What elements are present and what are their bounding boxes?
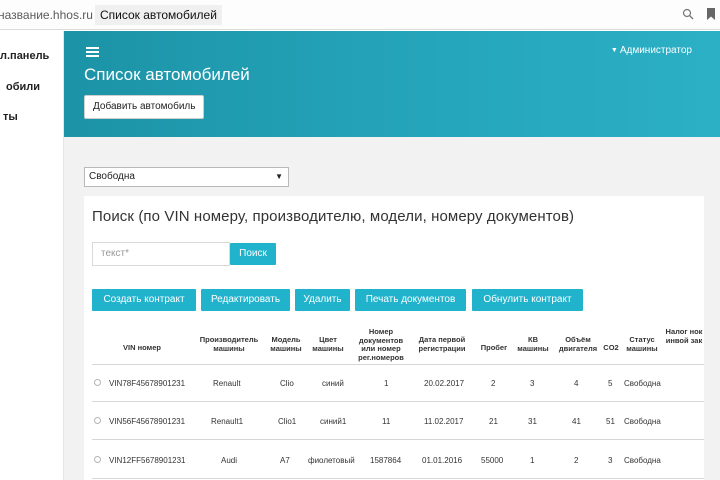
cell-volume: 4 [574,379,579,388]
cell-model: Clio1 [278,417,297,426]
add-car-button[interactable]: Добавить автомобиль [84,95,205,119]
cell-kw: 3 [530,379,535,388]
cell-first-reg: 20.02.2017 [424,379,465,388]
row-select-radio[interactable] [94,417,101,424]
cell-kw: 31 [528,417,537,426]
cell-model: Clio [280,379,294,388]
cell-mileage: 21 [489,417,498,426]
sidebar-item-dashboard[interactable]: л.панель [0,50,49,62]
cell-mileage: 2 [491,379,496,388]
search-panel: Поиск (по VIN номеру, производителю, мод… [84,196,704,480]
cell-maker: Audi [221,456,238,465]
column-header-maker[interactable]: Производитель машины [194,335,264,353]
cell-status: Свободна [624,456,661,465]
cell-maker: Renault1 [211,417,244,426]
table-divider [92,364,704,365]
delete-button[interactable]: Удалить [295,289,350,311]
cell-maker: Renault [213,379,241,388]
cell-co2: 3 [608,456,613,465]
edit-button[interactable]: Редактировать [201,289,290,311]
cell-color: фиолетовый [308,456,355,465]
table-divider [92,478,704,479]
cell-status: Свободна [624,417,661,426]
search-input[interactable]: текст* [92,242,230,266]
search-icon[interactable] [682,8,694,22]
row-select-radio[interactable] [94,456,101,463]
column-header-status[interactable]: Статус машины [620,335,664,353]
cell-volume: 2 [574,456,579,465]
cell-vin: VIN56F45678901231 [109,417,186,426]
table-divider [92,439,704,440]
user-name: Администратор [619,45,692,56]
url-text[interactable]: название.hhos.ru [0,8,93,22]
cell-first-reg: 01.01.2016 [422,456,463,465]
sidebar-item-cars[interactable]: обили [6,81,40,93]
column-header-vin[interactable]: VIN номер [114,343,170,353]
cell-co2: 5 [608,379,613,388]
cell-mileage: 55000 [481,456,504,465]
cell-co2: 51 [606,417,615,426]
column-header-volume[interactable]: Объём двигателя [556,335,600,353]
cell-first-reg: 11.02.2017 [424,417,464,426]
status-filter-select[interactable]: Свободна ▼ [84,167,289,187]
column-header-mileage[interactable]: Пробег [474,343,514,353]
column-header-first-reg[interactable]: Дата первой регистрации [414,335,470,353]
caret-down-icon: ▼ [610,47,618,54]
column-header-tax[interactable]: Налог нок инвой зак [664,328,704,362]
row-select-radio[interactable] [94,379,101,386]
hamburger-icon[interactable] [86,47,99,57]
browser-address-bar[interactable]: название.hhos.ru Список автомобилей [0,0,720,30]
column-header-kw[interactable]: КВ машины [516,335,550,353]
reset-contract-button[interactable]: Обнулить контракт [472,289,583,311]
cell-color: синий1 [320,417,347,426]
sidebar-item-reports[interactable]: ты [3,111,18,123]
cell-docs: 1 [384,379,389,388]
search-heading: Поиск (по VIN номеру, производителю, мод… [92,208,575,225]
user-menu[interactable]: ▼ Администратор [611,45,692,56]
column-header-docs[interactable]: Номер документов или номер рег.номеров [354,327,408,362]
column-header-co2[interactable]: CO2 [600,343,622,353]
search-button[interactable]: Поиск [230,243,276,265]
cell-vin: VIN12FF5678901231 [109,456,186,465]
cell-volume: 41 [572,417,581,426]
cell-kw: 1 [530,456,535,465]
page-title: Список автомобилей [84,65,250,84]
table-divider [92,401,704,402]
create-contract-button[interactable]: Создать контракт [92,289,196,311]
column-header-model[interactable]: Модель машины [266,335,306,353]
chevron-down-icon: ▼ [275,172,283,181]
bookmark-icon[interactable] [705,8,717,22]
cell-status: Свободна [624,379,661,388]
cell-docs: 1587864 [370,456,402,465]
cell-color: синий [322,379,344,388]
cell-model: A7 [280,456,290,465]
status-filter-value: Свободна [89,171,135,182]
page-title-in-bar: Список автомобилей [94,4,222,25]
page-header: Список автомобилей ▼ Администратор Добави… [64,31,720,137]
column-header-color[interactable]: Цвет машины [308,335,348,353]
sidebar: л.панель обили ты [0,31,64,480]
print-documents-button[interactable]: Печать документов [355,289,466,311]
cell-vin: VIN78F45678901231 [109,379,186,388]
cell-docs: 11 [382,417,391,426]
